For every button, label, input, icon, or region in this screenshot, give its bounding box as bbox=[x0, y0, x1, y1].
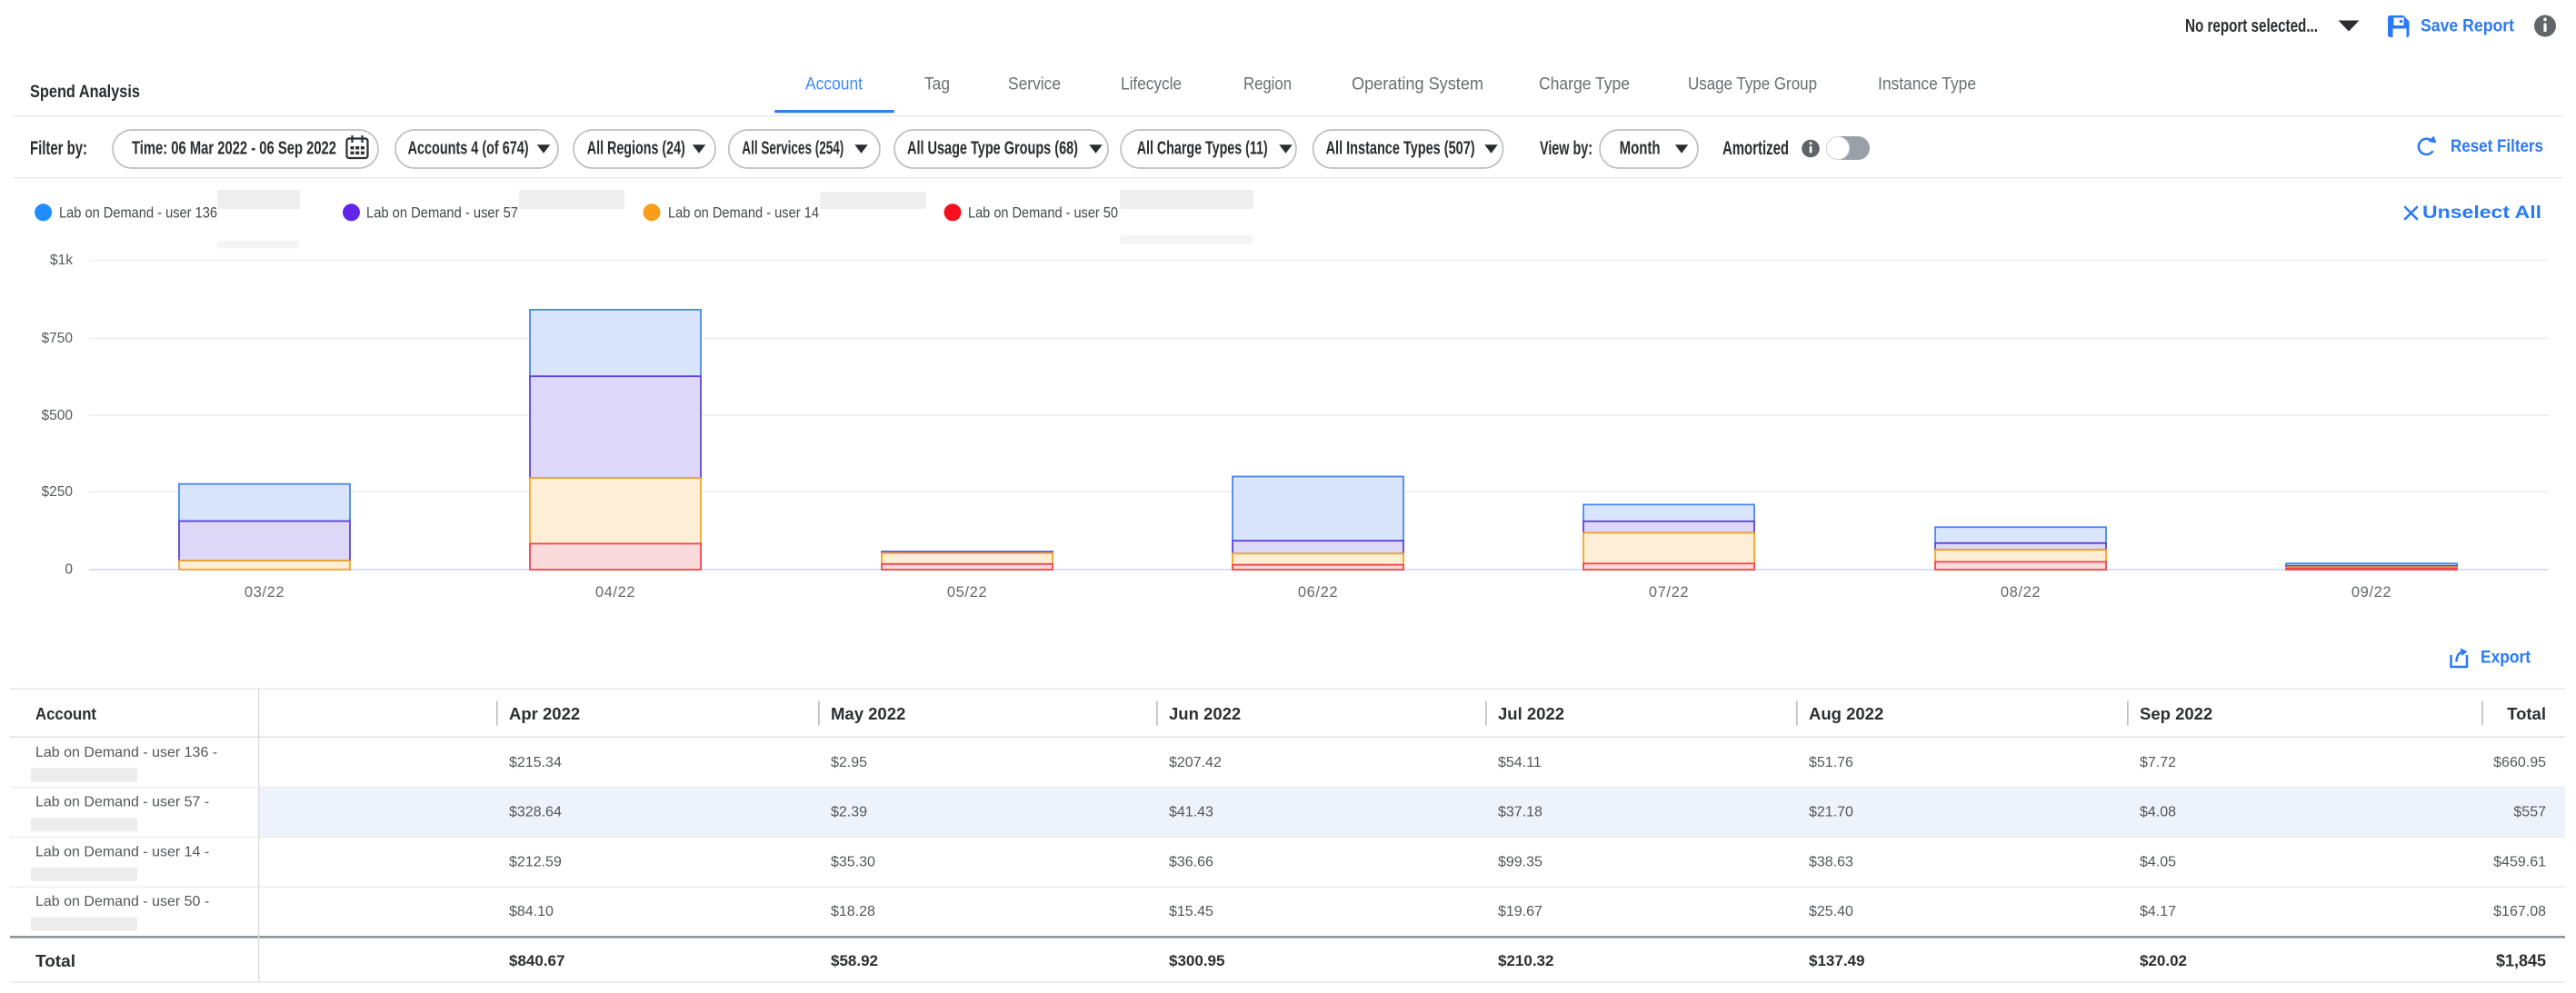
svg-text:Lab on Demand - user 14: Lab on Demand - user 14 bbox=[668, 204, 819, 221]
svg-text:$38.63: $38.63 bbox=[1809, 854, 1853, 869]
svg-text:03/22: 03/22 bbox=[245, 584, 285, 601]
svg-text:$2.95: $2.95 bbox=[831, 755, 867, 770]
svg-text:Sep 2022: Sep 2022 bbox=[2140, 704, 2212, 723]
svg-text:$212.59: $212.59 bbox=[509, 854, 562, 869]
svg-text:$36.66: $36.66 bbox=[1169, 854, 1213, 869]
svg-text:07/22: 07/22 bbox=[1649, 584, 1689, 601]
svg-text:Tag: Tag bbox=[924, 75, 950, 94]
svg-text:Service: Service bbox=[1008, 75, 1061, 94]
svg-text:$250: $250 bbox=[42, 484, 74, 500]
svg-text:Account: Account bbox=[35, 704, 96, 723]
svg-text:09/22: 09/22 bbox=[2351, 584, 2391, 601]
svg-text:$1k: $1k bbox=[50, 253, 73, 268]
svg-text:$207.42: $207.42 bbox=[1169, 755, 1222, 770]
svg-text:$54.11: $54.11 bbox=[1498, 755, 1542, 770]
svg-text:Instance Type: Instance Type bbox=[1878, 75, 1976, 94]
svg-text:$300.95: $300.95 bbox=[1169, 952, 1224, 969]
svg-text:$37.18: $37.18 bbox=[1498, 805, 1543, 820]
svg-text:$4.05: $4.05 bbox=[2140, 854, 2176, 869]
svg-text:$4.17: $4.17 bbox=[2140, 904, 2176, 919]
svg-text:Charge Type: Charge Type bbox=[1539, 75, 1630, 94]
svg-text:All Charge Types (11): All Charge Types (11) bbox=[1137, 139, 1268, 159]
svg-text:Export: Export bbox=[2481, 649, 2531, 668]
svg-text:$51.76: $51.76 bbox=[1809, 755, 1853, 770]
svg-text:Account: Account bbox=[805, 75, 864, 94]
svg-text:$21.70: $21.70 bbox=[1809, 805, 1853, 820]
svg-text:$58.92: $58.92 bbox=[831, 952, 878, 969]
svg-text:All Instance Types (507): All Instance Types (507) bbox=[1326, 139, 1475, 159]
svg-text:Lab on Demand - user 57: Lab on Demand - user 57 bbox=[366, 204, 518, 221]
svg-text:$459.61: $459.61 bbox=[2493, 854, 2546, 869]
svg-text:08/22: 08/22 bbox=[2001, 584, 2041, 601]
svg-text:Save Report: Save Report bbox=[2421, 17, 2515, 36]
svg-text:Apr 2022: Apr 2022 bbox=[509, 704, 580, 723]
svg-text:Filter by:: Filter by: bbox=[30, 138, 87, 159]
svg-text:No report selected...: No report selected... bbox=[2185, 16, 2318, 36]
svg-text:Lab on Demand - user 57 -: Lab on Demand - user 57 - bbox=[35, 795, 209, 810]
svg-text:04/22: 04/22 bbox=[595, 584, 635, 601]
svg-text:Lab on Demand - user 136: Lab on Demand - user 136 bbox=[59, 204, 217, 221]
svg-text:Amortized: Amortized bbox=[1722, 138, 1789, 159]
svg-text:$99.35: $99.35 bbox=[1498, 854, 1543, 869]
svg-text:Lab on Demand - user 50 -: Lab on Demand - user 50 - bbox=[35, 894, 209, 909]
svg-text:06/22: 06/22 bbox=[1298, 584, 1338, 601]
svg-text:$41.43: $41.43 bbox=[1169, 805, 1213, 820]
svg-text:Lab on Demand - user 136 -: Lab on Demand - user 136 - bbox=[35, 745, 217, 760]
svg-text:$25.40: $25.40 bbox=[1809, 904, 1853, 919]
svg-text:$35.30: $35.30 bbox=[831, 854, 875, 869]
svg-text:May 2022: May 2022 bbox=[831, 704, 905, 723]
svg-text:$137.49: $137.49 bbox=[1809, 952, 1864, 969]
svg-text:All Regions (24): All Regions (24) bbox=[587, 139, 685, 159]
svg-text:Lab on Demand - user 14 -: Lab on Demand - user 14 - bbox=[35, 844, 209, 859]
svg-text:Region: Region bbox=[1243, 75, 1292, 94]
svg-text:$167.08: $167.08 bbox=[2493, 904, 2546, 919]
svg-text:View by:: View by: bbox=[1540, 138, 1593, 159]
svg-text:$84.10: $84.10 bbox=[509, 904, 554, 919]
svg-text:$215.34: $215.34 bbox=[509, 755, 562, 770]
svg-text:Accounts 4 (of 674): Accounts 4 (of 674) bbox=[408, 139, 529, 159]
svg-text:All Usage Type Groups (68): All Usage Type Groups (68) bbox=[907, 139, 1078, 159]
svg-text:Lifecycle: Lifecycle bbox=[1121, 75, 1182, 94]
svg-text:Jul 2022: Jul 2022 bbox=[1498, 704, 1564, 723]
svg-text:$750: $750 bbox=[42, 331, 74, 346]
svg-text:0: 0 bbox=[65, 561, 73, 577]
svg-text:$210.32: $210.32 bbox=[1498, 952, 1553, 969]
svg-text:05/22: 05/22 bbox=[947, 584, 987, 601]
svg-text:$500: $500 bbox=[42, 408, 74, 423]
svg-text:All Services (254): All Services (254) bbox=[742, 139, 844, 159]
svg-text:Unselect All: Unselect All bbox=[2422, 204, 2541, 223]
svg-text:Usage Type Group: Usage Type Group bbox=[1688, 75, 1817, 94]
svg-text:$4.08: $4.08 bbox=[2140, 805, 2176, 820]
svg-text:Jun 2022: Jun 2022 bbox=[1169, 704, 1241, 723]
svg-text:Aug 2022: Aug 2022 bbox=[1809, 704, 1883, 723]
svg-text:Total: Total bbox=[35, 951, 75, 970]
svg-text:Time: 06 Mar 2022 - 06 Sep 202: Time: 06 Mar 2022 - 06 Sep 2022 bbox=[132, 139, 336, 159]
svg-text:Total: Total bbox=[2507, 704, 2546, 723]
svg-text:$557: $557 bbox=[2513, 805, 2546, 820]
svg-text:$19.67: $19.67 bbox=[1498, 904, 1543, 919]
svg-text:$840.67: $840.67 bbox=[509, 952, 564, 969]
svg-text:Month: Month bbox=[1620, 139, 1661, 159]
svg-text:$2.39: $2.39 bbox=[831, 805, 867, 820]
svg-text:$7.72: $7.72 bbox=[2140, 755, 2176, 770]
svg-text:$20.02: $20.02 bbox=[2140, 952, 2187, 969]
svg-text:Operating System: Operating System bbox=[1352, 75, 1483, 94]
svg-text:$15.45: $15.45 bbox=[1169, 904, 1213, 919]
svg-text:Lab on Demand - user 50: Lab on Demand - user 50 bbox=[968, 204, 1118, 221]
svg-text:Spend Analysis: Spend Analysis bbox=[30, 82, 140, 102]
svg-text:$328.64: $328.64 bbox=[509, 805, 562, 820]
svg-text:$660.95: $660.95 bbox=[2493, 755, 2546, 770]
svg-text:$1,845: $1,845 bbox=[2496, 952, 2546, 970]
svg-text:Reset Filters: Reset Filters bbox=[2451, 137, 2543, 156]
svg-text:$18.28: $18.28 bbox=[831, 904, 875, 919]
